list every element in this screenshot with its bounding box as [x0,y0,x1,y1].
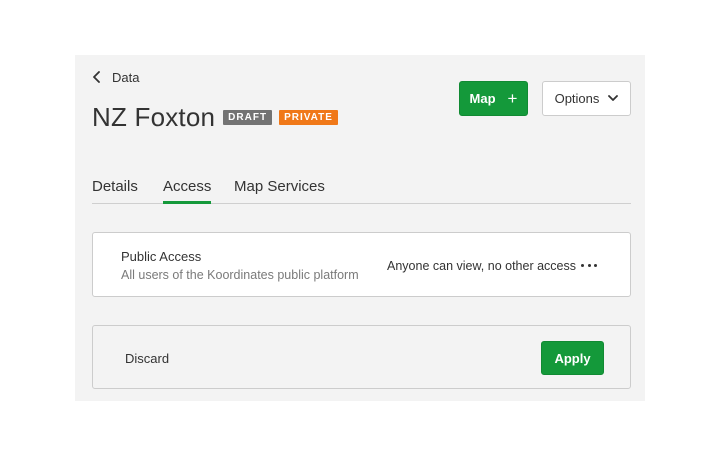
discard-button[interactable]: Discard [125,351,169,366]
title-row: NZ Foxton DRAFT PRIVATE [92,102,338,133]
access-title: Public Access [121,249,202,264]
map-button-label: Map [469,91,496,106]
plus-icon: + [507,89,518,108]
public-access-card: Public Access All users of the Koordinat… [92,232,631,297]
map-button[interactable]: Map + [459,81,528,116]
private-badge: PRIVATE [279,110,338,125]
page-title: NZ Foxton [92,102,216,132]
access-description: All users of the Koordinates public plat… [121,268,359,282]
options-button[interactable]: Options [542,81,631,116]
chevron-down-icon [608,95,619,101]
chevron-left-icon [93,71,100,83]
tab-access[interactable]: Access [163,178,212,204]
dot [594,263,597,267]
back-link[interactable]: Data [92,68,139,86]
action-footer: Discard Apply [92,325,631,389]
dot [581,263,584,267]
draft-badge: DRAFT [223,110,273,125]
tab-bar: Details Access Map Services [92,176,631,204]
dot [587,263,591,267]
apply-button[interactable]: Apply [541,341,604,375]
tab-details[interactable]: Details [92,178,138,204]
options-button-label: Options [554,91,600,106]
tab-map-services[interactable]: Map Services [234,178,325,204]
access-level: Anyone can view, no other access [387,259,577,273]
back-link-label: Data [112,69,140,85]
more-horizontal-icon[interactable] [581,258,597,272]
